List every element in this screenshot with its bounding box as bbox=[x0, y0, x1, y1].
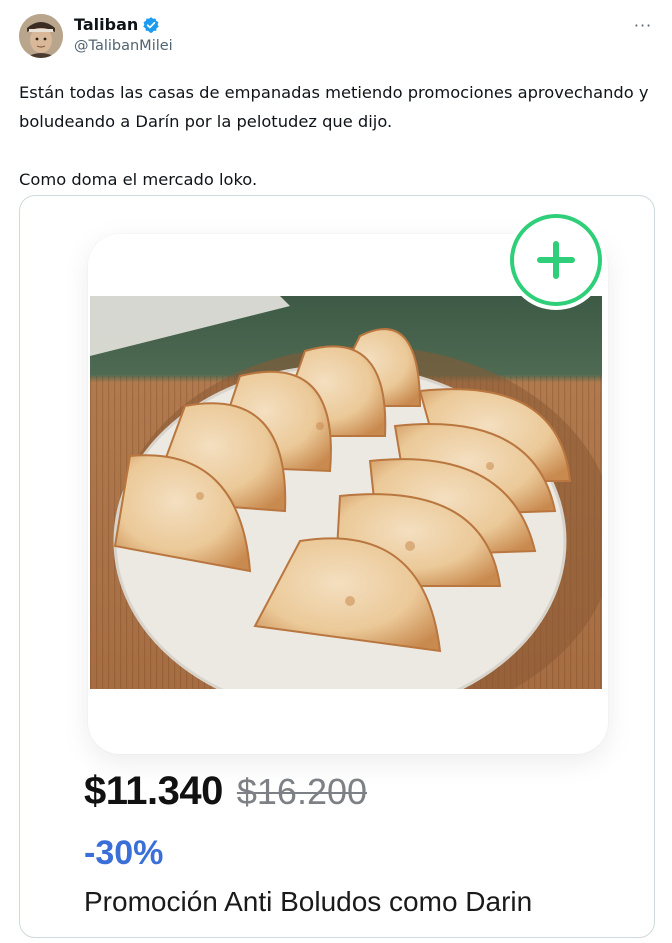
tweet-media-card[interactable]: $11.340 $16.200 -30% Promoción Anti Bolu… bbox=[19, 195, 655, 938]
author-handle[interactable]: @TalibanMilei bbox=[74, 38, 173, 54]
original-price: $16.200 bbox=[236, 771, 368, 812]
tweet-text: Están todas las casas de empanadas metie… bbox=[19, 83, 649, 189]
promotion-title: Promoción Anti Boludos como Darin bbox=[84, 886, 533, 917]
author-avatar[interactable] bbox=[19, 14, 63, 58]
empanadas-image bbox=[90, 296, 602, 689]
avatar-portrait-icon bbox=[19, 14, 63, 58]
discount-badge: -30% bbox=[84, 834, 164, 872]
more-options-button[interactable]: ··· bbox=[632, 14, 654, 36]
plus-circle-icon bbox=[537, 241, 575, 279]
more-horizontal-icon: ··· bbox=[633, 15, 653, 35]
add-to-cart-button[interactable] bbox=[510, 214, 602, 306]
author-name-row: Taliban bbox=[74, 15, 160, 34]
current-price: $11.340 bbox=[84, 769, 223, 813]
product-photo bbox=[90, 296, 602, 689]
price-row: $11.340 $16.200 bbox=[84, 769, 367, 814]
author-display-name[interactable]: Taliban bbox=[74, 15, 138, 34]
verified-badge-icon bbox=[142, 16, 160, 34]
